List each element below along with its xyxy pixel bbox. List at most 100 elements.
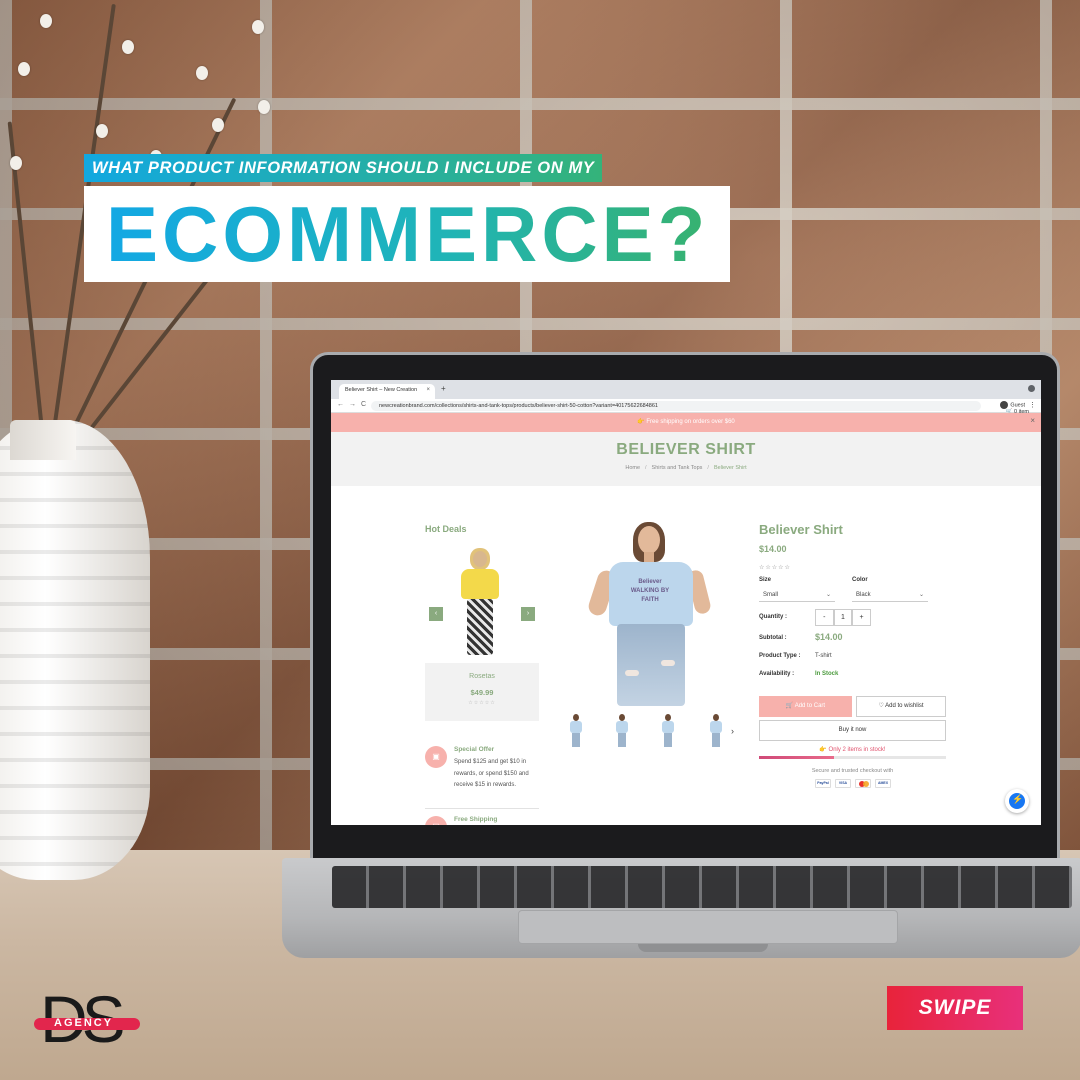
payment-icons: PayPal VISA AMEX [815, 779, 891, 788]
promo-icon: 👉 [637, 419, 647, 425]
hot-deal-image[interactable] [425, 545, 539, 663]
product-main-image[interactable]: Believer WALKING BY FAITH [565, 520, 737, 706]
quantity-label: Quantity : [759, 614, 787, 620]
browser-tab-bar: Believer Shirt – New Creation × + [331, 380, 1041, 399]
browser-address-bar: ← → C newcreationbrand.com/collections/s… [331, 399, 1041, 413]
size-select[interactable]: Small ⌄ [759, 588, 835, 602]
thumb-head [619, 714, 625, 721]
product-title: Believer Shirt [759, 522, 843, 537]
promo-banner: 👉 Free shipping on orders over $60 [331, 413, 1041, 432]
shirt-print: Believer WALKING BY FAITH [627, 578, 673, 603]
hot-deal-info: Rosetas $49.99 ☆☆☆☆☆ [425, 663, 539, 721]
tab-close-icon[interactable]: × [426, 387, 430, 393]
thumb-legs [712, 733, 720, 747]
deal-prev-button[interactable]: ‹ [429, 607, 443, 621]
thumbnail-1[interactable] [565, 712, 587, 748]
page-title: BELIEVER SHIRT [616, 441, 756, 458]
headline-keyword: ECOMMERCE? [106, 190, 710, 278]
feature-text: Spend $125 and get $10 in rewards, or sp… [454, 759, 529, 788]
thumbnail-3[interactable] [657, 712, 679, 748]
thumb-head [713, 714, 719, 721]
thumb-head [665, 714, 671, 721]
cart-icon: 🛒 [785, 703, 795, 709]
page-header: BELIEVER SHIRT Home / Shirts and Tank Tops… [331, 432, 1041, 486]
hand-icon: 👉 [819, 747, 829, 753]
availability-value: In Stock [815, 671, 839, 677]
profile-label: Guest [1010, 402, 1025, 409]
chevron-down-icon: ⌄ [825, 592, 831, 598]
vase-neck [10, 420, 76, 460]
low-stock-message: 👉 Only 2 items in stock! [759, 746, 946, 753]
window-control-icon[interactable] [1028, 385, 1035, 392]
product-type-label: Product Type : [759, 653, 801, 659]
deal-next-button[interactable]: › [521, 607, 535, 621]
chevron-right-icon[interactable]: › [731, 726, 734, 736]
product-type-value: T-shirt [815, 653, 832, 659]
thumbnail-4[interactable] [705, 712, 727, 748]
color-value: Black [856, 592, 871, 598]
thumb-body [710, 721, 722, 733]
thumb-legs [572, 733, 580, 747]
size-value: Small [763, 592, 779, 598]
quantity-input[interactable]: 1 [833, 609, 853, 626]
headline-question: WHAT PRODUCT INFORMATION SHOULD I INCLUD… [84, 154, 603, 182]
feature-divider [425, 808, 539, 809]
browser-menu-icon[interactable]: ⋮ [1029, 401, 1036, 409]
model-jeans [617, 624, 685, 706]
back-icon[interactable]: ← [337, 401, 344, 408]
white-vase [0, 420, 150, 880]
deal-rating: ☆☆☆☆☆ [468, 700, 496, 706]
secure-checkout-text: Secure and trusted checkout with [811, 768, 894, 774]
product-rating: ☆☆☆☆☆ [759, 565, 791, 571]
product-thumbnails [565, 710, 737, 750]
url-input[interactable]: newcreationbrand.com/collections/shirts-… [371, 401, 981, 411]
hot-deal-card[interactable]: ‹ › Rosetas $49.99 ☆☆☆☆☆ [425, 545, 539, 721]
breadcrumb-collection[interactable]: Shirts and Tank Tops [652, 465, 703, 471]
buy-now-button[interactable]: Buy it now [759, 720, 946, 741]
truck-icon: ▤ [425, 816, 447, 825]
gift-icon: ▣ [425, 746, 447, 768]
breadcrumb-separator: / [707, 465, 709, 471]
amex-icon: AMEX [875, 779, 891, 788]
visa-icon: VISA [835, 779, 851, 788]
deal-price: $49.99 [470, 688, 494, 697]
breadcrumb-separator: / [645, 465, 647, 471]
swipe-button[interactable]: SWIPE [887, 986, 1023, 1030]
stock-progress-bar [759, 756, 946, 759]
profile-icon [1000, 401, 1009, 409]
jeans-rip [661, 660, 675, 666]
add-to-cart-button[interactable]: 🛒 Add to Cart [759, 696, 852, 717]
ds-agency-logo: DS AGENCY [34, 984, 150, 1054]
new-tab-button[interactable]: + [441, 384, 446, 393]
quantity-stepper: - 1 + [815, 609, 871, 626]
color-select[interactable]: Black ⌄ [852, 588, 928, 602]
thumb-legs [618, 733, 626, 747]
forward-icon[interactable]: → [349, 401, 356, 408]
thumb-body [616, 721, 628, 733]
subtotal-label: Subtotal : [759, 635, 787, 641]
logo-word: AGENCY [54, 1017, 114, 1029]
model-top [461, 569, 499, 599]
feature-title: Free Shipping [454, 816, 498, 823]
quantity-plus-button[interactable]: + [852, 609, 871, 626]
availability-label: Availability : [759, 671, 795, 677]
stock-progress-fill [759, 756, 834, 759]
quantity-minus-button[interactable]: - [815, 609, 834, 626]
model-head [473, 551, 487, 567]
breadcrumb: Home / Shirts and Tank Tops / Believer Shirt [331, 465, 1041, 471]
thumbnail-2[interactable] [611, 712, 633, 748]
headline-keyword-box: ECOMMERCE? [84, 186, 730, 282]
add-to-wishlist-label: Add to wishlist [885, 703, 924, 709]
chevron-down-icon: ⌄ [918, 592, 924, 598]
messenger-chat-icon[interactable] [1005, 789, 1029, 813]
reload-icon[interactable]: C [361, 401, 366, 408]
profile-button[interactable]: Guest [1000, 401, 1025, 409]
product-price: $14.00 [759, 544, 787, 554]
paypal-icon: PayPal [815, 779, 831, 788]
browser-tab[interactable]: Believer Shirt – New Creation × [339, 384, 435, 399]
deal-name[interactable]: Rosetas [425, 673, 539, 680]
promo-close-icon[interactable]: × [1030, 416, 1035, 425]
add-to-wishlist-button[interactable]: ♡ Add to wishlist [856, 696, 946, 717]
breadcrumb-home[interactable]: Home [625, 465, 640, 471]
subtotal-value: $14.00 [815, 632, 843, 642]
